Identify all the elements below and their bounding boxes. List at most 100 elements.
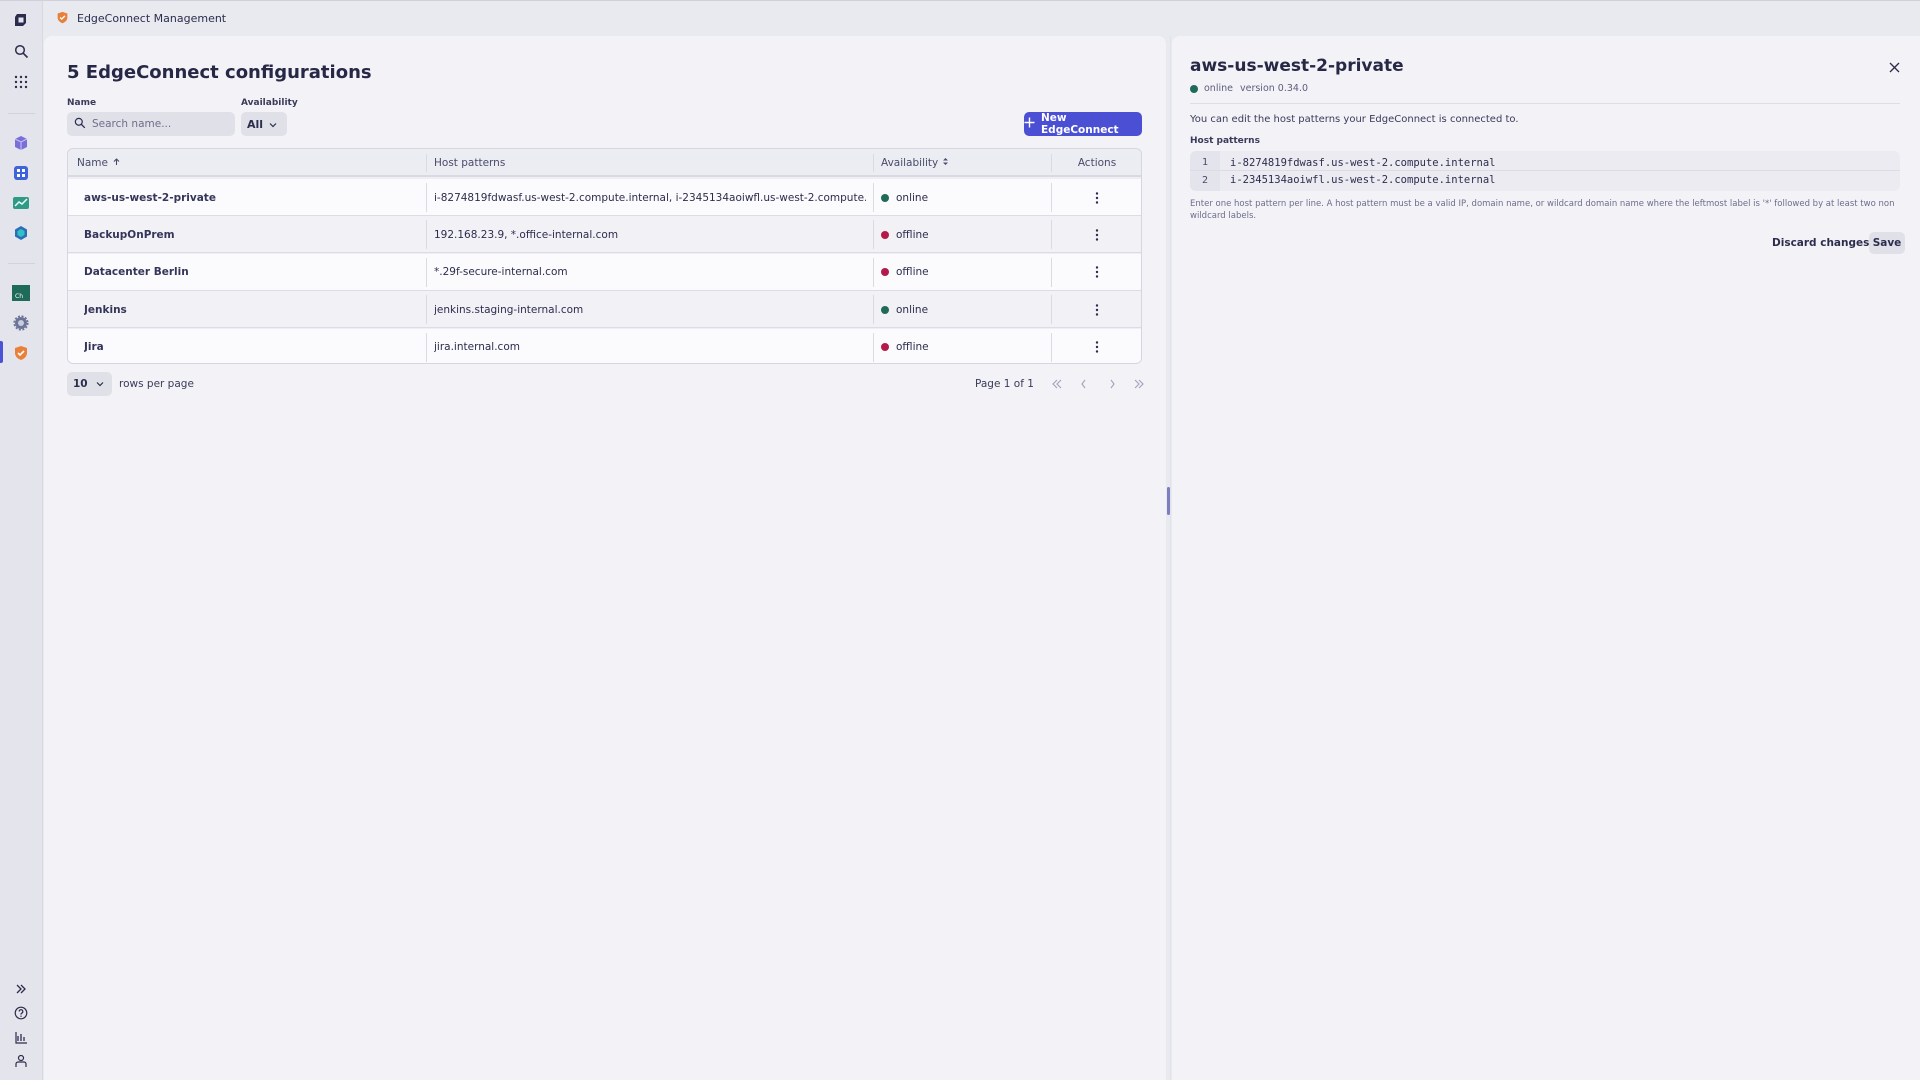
configurations-panel: 5 EdgeConnect configurations Name Availa… (44, 36, 1166, 1080)
kebab-menu-icon (1095, 229, 1099, 241)
close-button[interactable] (1884, 57, 1904, 77)
page-info: Page 1 of 1 (975, 378, 1034, 390)
table-row[interactable]: Jira jira.internal.com offline (68, 328, 1141, 363)
expand-icon[interactable] (10, 978, 32, 1000)
new-edgeconnect-label: New EdgeConnect (1041, 112, 1119, 136)
first-page-button[interactable] (1046, 372, 1068, 396)
edgeconnect-app-icon[interactable] (10, 342, 32, 364)
dynatrace-logo-icon[interactable] (10, 9, 32, 31)
kebab-menu-icon (1095, 266, 1099, 278)
apps-grid-icon[interactable] (10, 71, 32, 93)
row-availability: online (881, 291, 1041, 328)
kebab-menu-icon (1095, 191, 1099, 204)
column-divider (873, 154, 874, 172)
edgeconnect-logo-icon (56, 11, 69, 27)
search-field[interactable] (67, 112, 235, 136)
row-availability: offline (881, 254, 1041, 291)
more-actions-button[interactable] (1087, 300, 1107, 320)
chevron-left-icon (1081, 379, 1086, 389)
status-text: offline (896, 341, 929, 354)
chevron-right-icon (1110, 379, 1115, 389)
row-availability: offline (881, 216, 1041, 253)
table-row[interactable]: Jenkins jenkins.staging-internal.com onlin… (68, 291, 1141, 329)
row-availability: online (881, 179, 1041, 216)
save-button[interactable]: Save (1869, 232, 1905, 254)
new-edgeconnect-button[interactable]: New EdgeConnect (1024, 112, 1142, 136)
notebook-app-icon[interactable]: Ch (10, 282, 32, 304)
active-app-indicator (0, 341, 3, 363)
app-rail: Ch (0, 1, 43, 1080)
more-actions-button[interactable] (1087, 188, 1107, 208)
next-page-button[interactable] (1101, 372, 1123, 396)
settings-app-icon[interactable] (10, 312, 32, 334)
last-page-button[interactable] (1128, 372, 1150, 396)
user-icon[interactable] (10, 1050, 32, 1072)
host-patterns-help-text: Enter one host pattern per line. A host … (1190, 199, 1895, 221)
table-row[interactable]: aws-us-west-2-private i-8274819fdwasf.us-… (68, 179, 1141, 216)
column-divider (426, 220, 427, 250)
line-content: i-8274819fdwasf.us-west-2.compute.intern… (1230, 156, 1496, 169)
status-text: offline (896, 266, 929, 279)
discard-changes-button[interactable]: Discard changes (1770, 233, 1871, 253)
kebab-menu-icon (1095, 303, 1099, 316)
editor-line[interactable]: 1 i-8274819fdwasf.us-west-2.compute.inte… (1190, 155, 1900, 171)
more-actions-button[interactable] (1087, 262, 1107, 282)
feedback-icon[interactable] (10, 1026, 32, 1048)
chevron-down-icon (96, 378, 104, 390)
metrics-app-icon[interactable] (10, 192, 32, 214)
chevrons-left-icon (1052, 379, 1062, 389)
row-name: Jenkins (84, 303, 127, 316)
status-text: offline (896, 228, 929, 241)
rail-divider (8, 263, 35, 264)
column-header-name[interactable]: Name (77, 149, 357, 177)
more-actions-button[interactable] (1087, 225, 1107, 245)
dashboard-app-icon[interactable] (10, 162, 32, 184)
column-divider (873, 220, 874, 250)
previous-page-button[interactable] (1073, 372, 1095, 396)
search-icon[interactable] (10, 40, 32, 62)
row-host-patterns: jira.internal.com (434, 341, 520, 354)
availability-filter-label: Availability (241, 98, 298, 108)
more-actions-button[interactable] (1087, 337, 1107, 357)
column-divider (873, 257, 874, 287)
detail-divider (1190, 103, 1900, 104)
app-header: EdgeConnect Management (44, 1, 1920, 36)
search-input[interactable] (92, 118, 222, 130)
rows-per-page-label: rows per page (119, 378, 194, 390)
column-divider (873, 183, 874, 212)
column-divider (426, 295, 427, 325)
row-host-patterns: i-8274819fdwasf.us-west-2.compute.intern… (434, 191, 866, 204)
line-number: 2 (1201, 174, 1209, 186)
line-content: i-2345134aoiwfl.us-west-2.compute.intern… (1230, 174, 1496, 186)
column-divider (873, 332, 874, 362)
search-icon (74, 117, 86, 132)
availability-select-value: All (247, 117, 264, 131)
editor-line[interactable]: 2 i-2345134aoiwfl.us-west-2.compute.inte… (1190, 172, 1900, 188)
table-row[interactable]: BackupOnPrem 192.168.23.9, *.office-inter… (68, 216, 1141, 254)
detail-status: online version 0.34.0 (1190, 83, 1308, 94)
table-header: Name Host patterns Availability Actions (68, 149, 1141, 177)
line-number: 1 (1201, 157, 1209, 168)
panel-resize-handle[interactable] (1167, 487, 1170, 515)
host-patterns-editor[interactable]: 1 i-8274819fdwasf.us-west-2.compute.inte… (1190, 151, 1900, 191)
status-dot (881, 305, 889, 314)
host-patterns-label: Host patterns (1190, 136, 1260, 146)
column-divider (426, 332, 427, 362)
row-actions (1052, 254, 1141, 291)
row-host-patterns: *.29f-secure-internal.com (434, 266, 568, 279)
row-name: Jira (84, 341, 104, 354)
column-header-availability[interactable]: Availability (881, 149, 1041, 177)
help-icon[interactable] (10, 1002, 32, 1024)
cube-app-icon[interactable] (10, 132, 32, 154)
panel-divider (1170, 36, 1171, 1080)
row-actions (1052, 329, 1141, 363)
table-row[interactable]: Datacenter Berlin *.29f-secure-internal.c… (68, 253, 1141, 291)
rows-per-page-select[interactable]: 10 (67, 372, 112, 396)
row-host-patterns: 192.168.23.9, *.office-internal.com (434, 228, 619, 241)
status-text: online (896, 191, 929, 204)
status-dot (881, 343, 889, 352)
availability-select[interactable]: All (241, 112, 287, 136)
row-name: aws-us-west-2-private (84, 191, 216, 204)
hub-app-icon[interactable] (10, 222, 32, 244)
chevrons-right-icon (1134, 379, 1144, 389)
